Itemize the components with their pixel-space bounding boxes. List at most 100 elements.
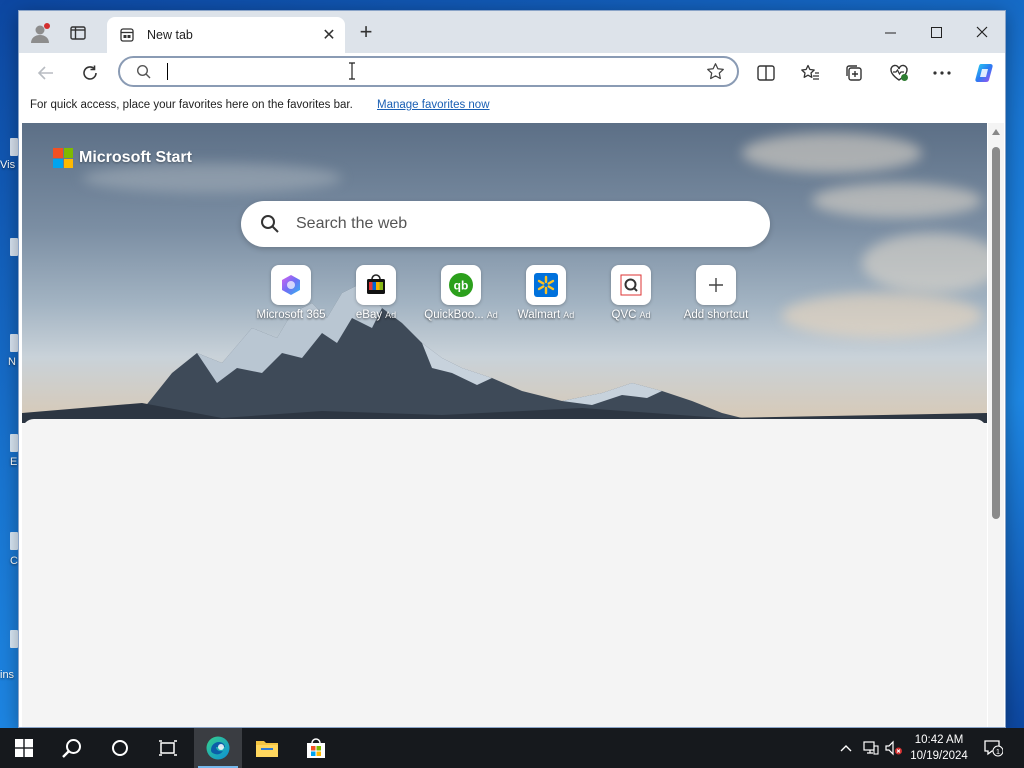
- maximize-icon: [930, 26, 942, 38]
- desktop-label[interactable]: N: [8, 356, 16, 368]
- shortcut-microsoft-365[interactable]: Microsoft 365: [246, 265, 336, 321]
- notifications-icon: 1: [984, 740, 1003, 757]
- shortcut-label: QVC: [611, 309, 637, 321]
- taskbar-file-explorer[interactable]: [243, 728, 291, 768]
- mouse-ibeam-cursor-icon: [348, 62, 356, 80]
- search-icon: [62, 739, 81, 758]
- collections-icon: [846, 65, 862, 81]
- shortcut-walmart[interactable]: Walmart Ad: [501, 265, 591, 321]
- shortcut-label: eBay: [355, 309, 383, 321]
- desktop-shortcut-icon[interactable]: [10, 238, 18, 256]
- clock-date: 10/19/2024: [910, 750, 968, 762]
- notification-count: 1: [996, 747, 1000, 756]
- manage-favorites-link[interactable]: Manage favorites now: [377, 99, 490, 111]
- shortcut-label: QuickBoo...: [424, 309, 484, 321]
- network-icon[interactable]: [862, 738, 880, 758]
- shortcut-label: Walmart: [517, 309, 561, 321]
- page-scrollbar[interactable]: [988, 123, 1004, 727]
- add-shortcut-button[interactable]: Add shortcut: [671, 265, 761, 321]
- walmart-icon: [534, 273, 558, 297]
- close-tab-icon[interactable]: ✕: [319, 25, 339, 45]
- back-button[interactable]: [32, 60, 60, 86]
- address-bar[interactable]: [118, 56, 739, 87]
- show-hidden-icons-chevron-icon[interactable]: [838, 738, 854, 758]
- ebay-icon: [367, 274, 385, 294]
- svg-text:qb: qb: [454, 279, 469, 293]
- tab-new-tab[interactable]: New tab ✕: [107, 17, 345, 53]
- desktop-shortcut-icon[interactable]: [10, 434, 18, 452]
- desktop-shortcut-icon[interactable]: [10, 138, 18, 156]
- more-ellipsis-icon: [933, 71, 951, 75]
- ad-badge: Ad: [385, 310, 397, 320]
- taskbar-microsoft-store[interactable]: [292, 728, 340, 768]
- ad-badge: Ad: [563, 310, 575, 320]
- shortcut-qvc[interactable]: QVC Ad: [586, 265, 676, 321]
- browser-essentials-button[interactable]: [885, 60, 913, 86]
- scrollbar-thumb[interactable]: [992, 147, 1000, 519]
- action-center-button[interactable]: 1: [982, 738, 1004, 758]
- ad-badge: Ad: [486, 310, 498, 320]
- volume-muted-icon[interactable]: [884, 738, 904, 758]
- shortcut-quickbooks[interactable]: qb QuickBoo... Ad: [416, 265, 506, 321]
- folder-icon: [256, 741, 278, 757]
- tab-actions-icon: [70, 26, 86, 40]
- microsoft-logo-icon: [53, 148, 73, 168]
- minimize-button[interactable]: [867, 19, 913, 45]
- taskbar-clock[interactable]: 10:42 AM 10/19/2024: [906, 732, 972, 764]
- microsoft-365-icon: [282, 275, 300, 295]
- cortana-circle-icon: [112, 740, 128, 756]
- close-window-button[interactable]: [959, 19, 1005, 45]
- shortcut-ebay[interactable]: eBay Ad: [331, 265, 421, 321]
- microsoft-edge-icon: [206, 736, 230, 760]
- qvc-icon: [620, 274, 642, 296]
- microsoft-store-icon: [307, 738, 325, 758]
- address-input[interactable]: [164, 62, 664, 82]
- settings-and-more-button[interactable]: [928, 60, 956, 86]
- web-search-box[interactable]: Search the web: [241, 201, 770, 247]
- quickbooks-icon: qb: [449, 273, 473, 297]
- desktop-shortcut-icon[interactable]: [10, 532, 18, 550]
- search-icon: [260, 214, 280, 239]
- profile-button[interactable]: [29, 22, 51, 44]
- copilot-button[interactable]: [971, 60, 999, 86]
- navigation-toolbar: [19, 53, 1005, 93]
- task-view-icon: [159, 740, 177, 756]
- favorites-star-list-icon: [801, 64, 819, 80]
- favorites-button[interactable]: [796, 60, 824, 86]
- desktop-label[interactable]: C: [10, 555, 18, 567]
- profile-avatar-icon: [31, 23, 50, 43]
- start-button[interactable]: [0, 728, 48, 768]
- copilot-icon: [975, 64, 993, 82]
- taskbar-edge-app[interactable]: [194, 728, 242, 768]
- tab-strip: New tab ✕ +: [19, 11, 1005, 53]
- desktop-label[interactable]: E: [10, 456, 17, 468]
- edge-browser-window: New tab ✕ + For quick access, place your…: [18, 10, 1006, 728]
- desktop-label[interactable]: Vis: [0, 159, 15, 171]
- shortcut-label: Microsoft 365: [256, 309, 326, 321]
- minimize-icon: [884, 32, 896, 33]
- add-favorite-star-icon[interactable]: [706, 62, 725, 86]
- cortana-button[interactable]: [96, 728, 144, 768]
- favorites-bar: For quick access, place your favorites h…: [19, 95, 1005, 121]
- text-caret: [167, 63, 168, 80]
- tab-title: New tab: [147, 28, 193, 42]
- new-tab-page: Microsoft Start Search the web Microsoft…: [22, 123, 987, 727]
- refresh-icon: [83, 65, 97, 80]
- new-tab-plus-icon[interactable]: +: [355, 21, 377, 44]
- desktop-shortcut-icon[interactable]: [10, 334, 18, 352]
- desktop-label[interactable]: ins: [0, 669, 14, 681]
- microsoft-start-brand[interactable]: Microsoft Start: [53, 148, 192, 168]
- collections-button[interactable]: [840, 60, 868, 86]
- clock-time: 10:42 AM: [914, 734, 964, 746]
- favorites-bar-message: For quick access, place your favorites h…: [30, 99, 353, 111]
- scroll-up-arrow-icon[interactable]: [992, 129, 1000, 135]
- windows-taskbar: 10:42 AM 10/19/2024 1: [0, 728, 1024, 768]
- split-screen-button[interactable]: [752, 60, 780, 86]
- maximize-button[interactable]: [913, 19, 959, 45]
- desktop-shortcut-icon[interactable]: [10, 630, 18, 648]
- task-view-button[interactable]: [144, 728, 192, 768]
- refresh-button[interactable]: [76, 60, 104, 86]
- search-taskbar-button[interactable]: [48, 728, 96, 768]
- tab-actions-menu-button[interactable]: [67, 23, 89, 43]
- content-feed-area: [22, 419, 987, 727]
